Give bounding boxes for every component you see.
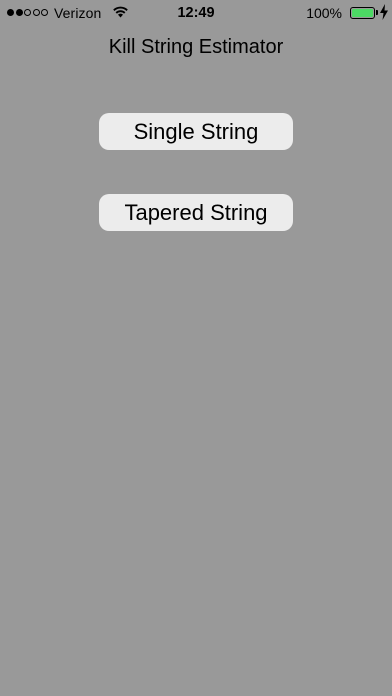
status-bar: Verizon 12:49 100%	[0, 0, 392, 28]
tapered-string-button[interactable]: Tapered String	[99, 194, 293, 231]
battery-percent: 100%	[306, 5, 342, 21]
single-string-button[interactable]: Single String	[99, 113, 293, 150]
battery-level-fill	[352, 9, 373, 17]
battery-cap	[376, 10, 378, 15]
bolt-icon	[380, 4, 388, 20]
battery-icon	[350, 7, 375, 19]
page-title: Kill String Estimator	[108, 36, 284, 58]
